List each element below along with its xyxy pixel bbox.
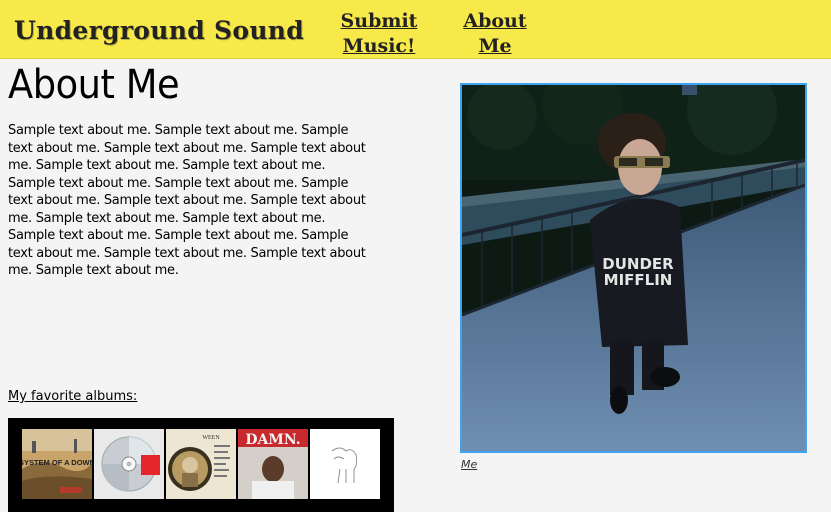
- album-cover-system-of-a-down[interactable]: SYSTEM OF A DOWN: [22, 429, 92, 499]
- nav-submit-music[interactable]: Submit Music!: [336, 9, 422, 59]
- album-cover-yeezus[interactable]: [94, 429, 164, 499]
- site-header: Underground Sound Submit Music! About Me: [0, 0, 831, 59]
- favorite-albums-heading: My favorite albums:: [8, 389, 138, 404]
- site-brand[interactable]: Underground Sound: [14, 16, 304, 45]
- nav-submit-line2[interactable]: Music!: [336, 34, 422, 59]
- about-paragraph: Sample text about me. Sample text about …: [8, 123, 366, 278]
- album-soad-text: SYSTEM OF A DOWN: [22, 458, 92, 467]
- album-cover-damn[interactable]: DAMN.: [238, 429, 308, 499]
- album-damn-text: DAMN.: [245, 432, 300, 448]
- nav-about-line1[interactable]: About: [458, 9, 532, 34]
- profile-photo: DUNDER MIFFLIN: [460, 83, 807, 453]
- album-ween-text: WEEN: [202, 435, 220, 441]
- album-cover-white-pony[interactable]: [310, 429, 380, 499]
- photo-shirt-line2: MIFFLIN: [604, 271, 673, 289]
- nav-about-me[interactable]: About Me: [458, 9, 532, 59]
- nav-about-line2[interactable]: Me: [458, 34, 532, 59]
- album-cover-ween[interactable]: WEEN: [166, 429, 236, 499]
- album-strip: SYSTEM OF A DOWN WEEN DAMN.: [8, 418, 394, 512]
- nav-submit-line1[interactable]: Submit: [336, 9, 422, 34]
- photo-caption: Me: [461, 458, 478, 471]
- page-title: About Me: [8, 62, 180, 108]
